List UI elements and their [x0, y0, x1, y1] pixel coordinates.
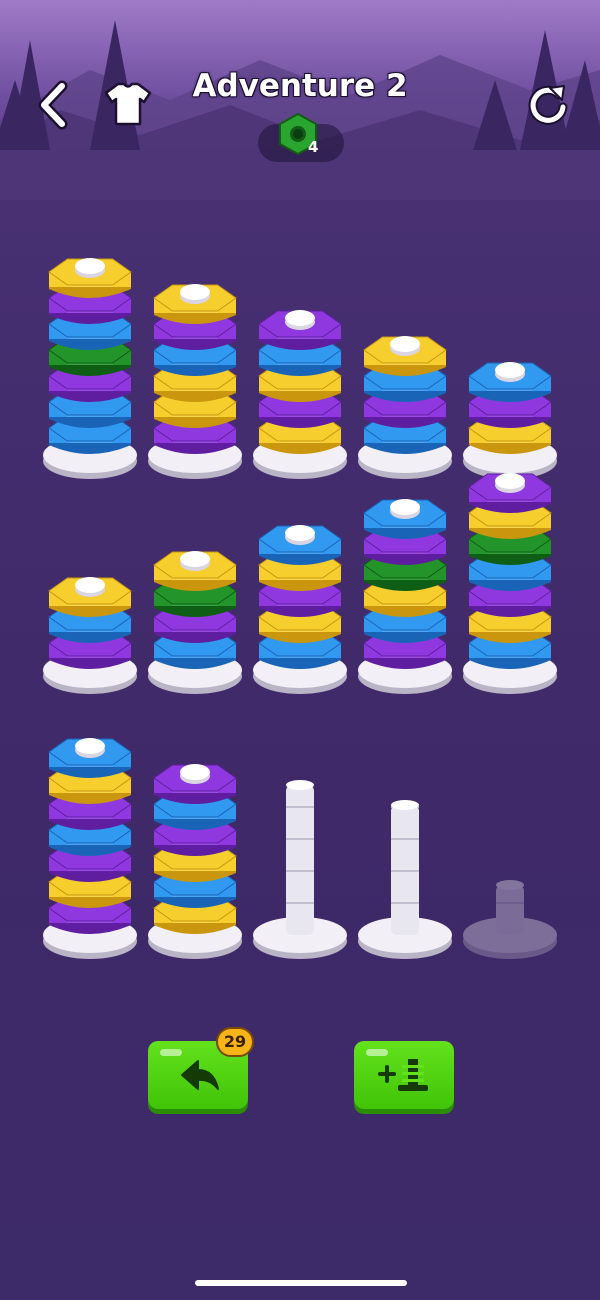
pole[interactable]	[463, 362, 557, 479]
pole[interactable]	[253, 780, 347, 959]
pole-cap-top	[390, 336, 420, 352]
pole-cap-top	[495, 362, 525, 378]
pole[interactable]	[148, 284, 242, 479]
pole-cap-top	[75, 258, 105, 274]
pole[interactable]	[358, 800, 452, 959]
pole[interactable]	[358, 499, 452, 694]
pole-cap-top	[180, 551, 210, 567]
pole-cap-top	[75, 738, 105, 754]
pole[interactable]	[43, 258, 137, 479]
pole[interactable]	[253, 310, 347, 479]
pole-cap-top	[495, 473, 525, 489]
add-pole-button[interactable]	[354, 1041, 454, 1109]
pole[interactable]	[43, 577, 137, 694]
pole-rod-top	[496, 880, 524, 890]
pole[interactable]	[358, 336, 452, 479]
pole-cap-top	[180, 284, 210, 300]
pole-rod-top	[286, 780, 314, 790]
pole[interactable]	[463, 880, 557, 959]
pole[interactable]	[148, 551, 242, 694]
pole[interactable]	[463, 473, 557, 694]
pole[interactable]	[43, 738, 137, 959]
pole-cap-top	[285, 525, 315, 541]
pole[interactable]	[148, 764, 242, 959]
pole-rod-top	[391, 800, 419, 810]
pole-cap-top	[75, 577, 105, 593]
pole-rod	[496, 885, 524, 935]
pole-cap-top	[180, 764, 210, 780]
home-indicator	[195, 1280, 407, 1286]
add-pole-icon	[378, 1059, 428, 1091]
pole[interactable]	[253, 525, 347, 694]
game-board	[43, 258, 557, 959]
pole-cap-top	[390, 499, 420, 515]
undo-button[interactable]: 29	[148, 1027, 254, 1109]
pole-cap-top	[285, 310, 315, 326]
undo-count-badge: 29	[216, 1027, 254, 1057]
